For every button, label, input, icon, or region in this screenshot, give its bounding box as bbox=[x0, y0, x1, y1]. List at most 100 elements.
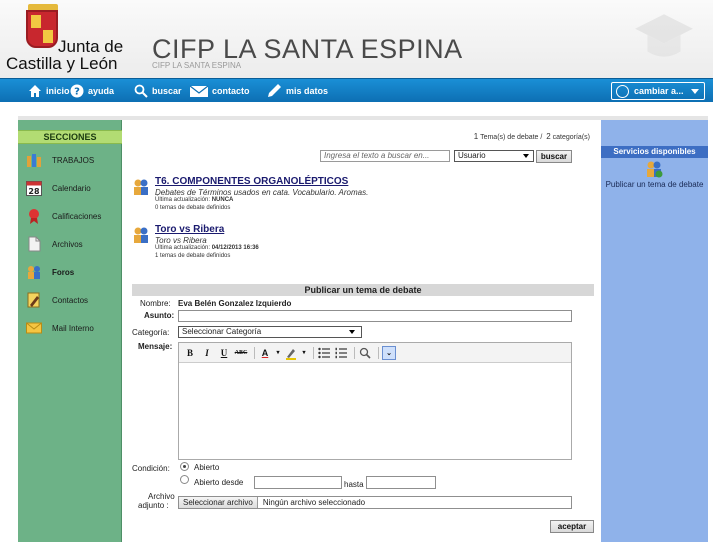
sidebar-item-calificaciones[interactable]: Calificaciones bbox=[26, 206, 122, 226]
sections-sidebar: SECCIONES TRABAJOS 28 Calendario Calific… bbox=[18, 120, 122, 542]
forum-content: 1 Tema(s) de debate / 2 categoría(s) Ing… bbox=[122, 120, 600, 542]
forum-category-icon bbox=[134, 227, 148, 243]
help-icon: ? bbox=[70, 84, 84, 98]
sidebar-item-foros[interactable]: Foros bbox=[26, 262, 122, 282]
sidebar-item-calendario[interactable]: 28 Calendario bbox=[26, 178, 122, 198]
submit-button[interactable]: aceptar bbox=[550, 520, 594, 533]
nav-label: buscar bbox=[152, 86, 182, 96]
search-button[interactable]: buscar bbox=[536, 150, 572, 163]
toolbar-separator bbox=[313, 346, 314, 359]
forum-category-icon bbox=[134, 179, 148, 195]
search-input[interactable]: Ingresa el texto a buscar en... bbox=[320, 150, 450, 162]
radio-abierto-desde-label: Abierto desde bbox=[194, 478, 244, 487]
file-input[interactable]: Seleccionar archivo Ningún archivo selec… bbox=[178, 496, 572, 509]
italic-button[interactable]: I bbox=[200, 346, 214, 360]
category-label: Categoría: bbox=[132, 328, 170, 337]
date-from-input[interactable] bbox=[254, 476, 342, 489]
spellcheck-icon[interactable] bbox=[358, 346, 372, 360]
font-color-dropdown[interactable]: ▾ bbox=[275, 346, 281, 360]
sidebar-item-label: Foros bbox=[52, 267, 75, 277]
pencil-icon bbox=[266, 84, 282, 98]
file-status: Ningún archivo seleccionado bbox=[262, 498, 366, 507]
last-update-value: NUNCA bbox=[211, 197, 234, 203]
category-select-value: Seleccionar Categoría bbox=[182, 327, 262, 336]
sidebar-item-archivos[interactable]: Archivos bbox=[26, 234, 122, 254]
services-heading: Servicios disponibles bbox=[601, 146, 708, 158]
numbered-list-icon[interactable] bbox=[334, 346, 348, 360]
category-last-update: Última actualización: 04/12/2013 16:36 bbox=[155, 245, 259, 251]
top-nav: inicio ? ayuda buscar contacto mis datos… bbox=[0, 78, 713, 102]
calendar-icon: 28 bbox=[26, 181, 42, 196]
category-select[interactable]: Seleccionar Categoría bbox=[178, 326, 362, 338]
page-header: Junta de Castilla y León CIFP LA SANTA E… bbox=[0, 0, 713, 78]
publish-form-heading: Publicar un tema de debate bbox=[132, 284, 594, 296]
site-subtitle: CIFP LA SANTA ESPINA bbox=[152, 61, 242, 70]
editor-toolbar: B I U ABC A ▾ ▾ ⌄ bbox=[179, 343, 571, 363]
services-panel: Servicios disponibles Publicar un tema d… bbox=[601, 120, 708, 542]
forum-summary: 1 Tema(s) de debate / 2 categoría(s) bbox=[474, 132, 590, 141]
nav-label: ayuda bbox=[88, 86, 115, 96]
logo-line1: Junta de bbox=[58, 37, 124, 56]
switch-icon bbox=[616, 84, 629, 98]
nav-inicio[interactable]: inicio bbox=[28, 79, 70, 103]
nav-label: inicio bbox=[46, 86, 70, 96]
category-title-link[interactable]: Toro vs Ribera bbox=[155, 224, 224, 235]
sidebar-item-label: TRABAJOS bbox=[52, 155, 95, 165]
sidebar-item-mail-interno[interactable]: Mail Interno bbox=[26, 318, 122, 338]
categories-count: 2 bbox=[546, 132, 551, 141]
category-title-link[interactable]: T6. COMPONENTES ORGANOLÉPTICOS bbox=[155, 176, 348, 187]
last-update-label: Última actualización: bbox=[155, 245, 211, 251]
junta-logo[interactable]: Junta de Castilla y León bbox=[6, 2, 126, 74]
choose-file-button[interactable]: Seleccionar archivo bbox=[179, 497, 258, 508]
mail-icon bbox=[190, 84, 208, 98]
nav-buscar[interactable]: buscar bbox=[134, 79, 182, 103]
radio-abierto[interactable] bbox=[180, 462, 189, 471]
nav-mis-datos[interactable]: mis datos bbox=[266, 79, 328, 103]
condition-label: Condición: bbox=[132, 464, 170, 473]
attachment-label-2: adjunto : bbox=[138, 501, 169, 510]
until-label: hasta bbox=[344, 480, 364, 489]
switch-dropdown[interactable]: cambiar a... bbox=[611, 82, 705, 100]
toolbar-separator bbox=[254, 346, 255, 359]
bullet-list-icon[interactable] bbox=[317, 346, 331, 360]
files-icon bbox=[28, 236, 41, 252]
publish-topic-link[interactable]: Publicar un tema de debate bbox=[605, 180, 704, 190]
bold-button[interactable]: B bbox=[183, 346, 197, 360]
grades-icon bbox=[29, 209, 39, 224]
main-frame: SECCIONES TRABAJOS 28 Calendario Calific… bbox=[0, 102, 713, 542]
calendar-day: 28 bbox=[28, 187, 40, 196]
subject-label: Asunto: bbox=[144, 311, 175, 320]
last-update-label: Última actualización: bbox=[155, 197, 211, 203]
sidebar-item-contactos[interactable]: Contactos bbox=[26, 290, 122, 310]
search-field-select[interactable]: Usuario bbox=[454, 150, 534, 162]
message-label: Mensaje: bbox=[138, 342, 173, 351]
mail-icon bbox=[26, 322, 42, 334]
message-editor[interactable]: B I U ABC A ▾ ▾ ⌄ bbox=[178, 342, 572, 460]
category-description: Toro vs Ribera bbox=[155, 236, 207, 245]
date-to-input[interactable] bbox=[366, 476, 436, 489]
name-label: Nombre: bbox=[140, 299, 171, 308]
nav-label: mis datos bbox=[286, 86, 329, 96]
highlight-dropdown[interactable]: ▾ bbox=[301, 346, 307, 360]
new-topic-icon[interactable] bbox=[645, 160, 663, 178]
chevron-down-icon bbox=[349, 330, 355, 334]
sidebar-item-trabajos[interactable]: TRABAJOS bbox=[26, 150, 122, 170]
category-topic-count: 1 temas de debate definidos bbox=[155, 253, 231, 259]
strikethrough-button[interactable]: ABC bbox=[234, 346, 248, 360]
search-icon bbox=[134, 84, 148, 98]
subject-input[interactable] bbox=[178, 310, 572, 322]
topics-label: Tema(s) de debate / bbox=[480, 134, 543, 141]
underline-button[interactable]: U bbox=[217, 346, 231, 360]
forums-icon bbox=[28, 266, 40, 279]
nav-ayuda[interactable]: ? ayuda bbox=[70, 79, 114, 103]
category-last-update: Última actualización: NUNCA bbox=[155, 197, 233, 203]
nav-contacto[interactable]: contacto bbox=[190, 79, 250, 103]
expand-toolbar-button[interactable]: ⌄ bbox=[382, 345, 396, 360]
attachment-label-1: Archivo bbox=[148, 492, 175, 501]
radio-abierto-desde[interactable] bbox=[180, 475, 189, 484]
sidebar-item-label: Mail Interno bbox=[52, 323, 94, 333]
font-color-button[interactable]: A bbox=[258, 346, 272, 360]
sidebar-item-label: Contactos bbox=[52, 295, 89, 305]
category-description: Debates de Términos usados en cata. Voca… bbox=[155, 188, 369, 197]
highlight-icon[interactable] bbox=[284, 346, 298, 360]
